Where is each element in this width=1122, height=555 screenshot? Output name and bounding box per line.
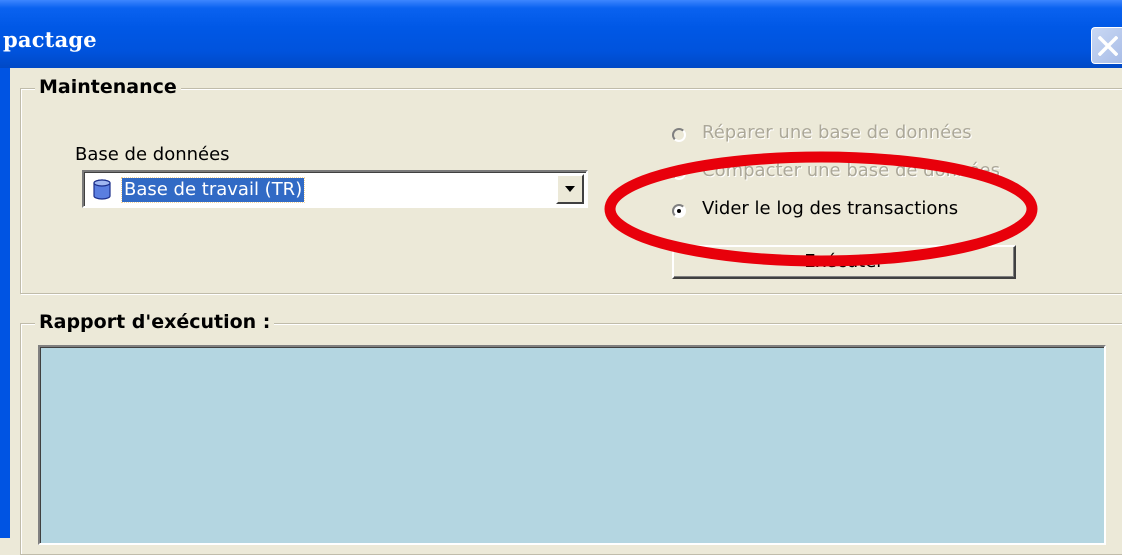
chevron-down-icon <box>565 186 575 192</box>
dropdown-button[interactable] <box>556 174 584 204</box>
report-output[interactable] <box>38 345 1106 545</box>
window-title: pactage <box>3 27 97 52</box>
database-icon <box>93 179 111 200</box>
radio-repair-circle[interactable] <box>672 128 686 142</box>
maintenance-legend: Maintenance <box>35 76 181 98</box>
title-bar[interactable]: pactage <box>0 0 1122 68</box>
database-selected-value: Base de travail (TR) <box>120 177 306 203</box>
database-select[interactable]: Base de travail (TR) <box>82 170 588 208</box>
radio-repair-label: Réparer une base de données <box>702 122 972 143</box>
database-label: Base de données <box>75 144 230 165</box>
close-button[interactable] <box>1091 27 1122 64</box>
close-icon <box>1098 36 1118 56</box>
annotation-ellipse <box>604 151 1038 267</box>
report-legend: Rapport d'exécution : <box>35 311 275 333</box>
